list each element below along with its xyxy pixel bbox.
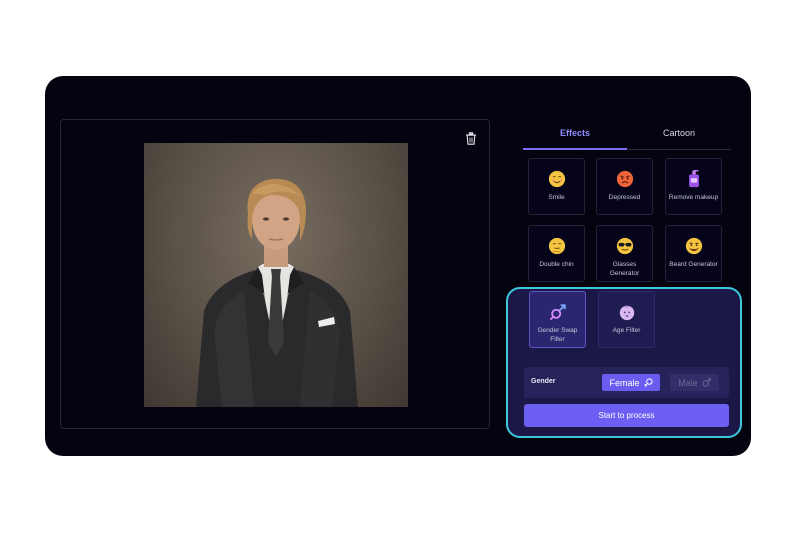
image-canvas bbox=[60, 119, 490, 429]
effect-smile[interactable]: Smile bbox=[528, 158, 585, 215]
effect-label: Age Filter bbox=[612, 327, 641, 334]
effect-label: Beard Generator bbox=[669, 261, 718, 268]
baby-face-icon bbox=[619, 305, 634, 321]
effect-remove-makeup[interactable]: Remove makeup bbox=[665, 158, 722, 215]
effect-depressed[interactable]: Depressed bbox=[596, 158, 653, 215]
effect-label: Depressed bbox=[608, 194, 641, 201]
smile-emoji-icon bbox=[548, 170, 565, 188]
effect-gender-swap-filter[interactable]: Gender Swap Filter bbox=[529, 291, 586, 348]
makeup-bottle-icon bbox=[688, 170, 699, 188]
effect-glasses-generator[interactable]: Glasses Generator bbox=[596, 225, 653, 282]
female-option-label: Female bbox=[609, 377, 640, 388]
portrait-photo bbox=[144, 143, 408, 407]
tab-bar: Effects Cartoon bbox=[523, 124, 731, 150]
male-option-button[interactable]: Male bbox=[670, 374, 719, 391]
trash-icon[interactable] bbox=[463, 130, 479, 146]
female-symbol-icon bbox=[643, 378, 653, 387]
sunglasses-emoji-icon bbox=[616, 237, 633, 255]
angry-emoji-icon bbox=[616, 170, 633, 188]
effect-beard-generator[interactable]: Beard Generator bbox=[665, 225, 722, 282]
active-tab-indicator bbox=[523, 148, 627, 150]
effect-label: Glasses Generator bbox=[609, 261, 640, 277]
gender-swap-icon bbox=[549, 304, 566, 321]
beard-emoji-icon bbox=[685, 237, 702, 255]
effect-label: Double chin bbox=[539, 261, 574, 268]
gender-label: Gender bbox=[531, 378, 556, 385]
effect-age-filter[interactable]: Age Filter bbox=[598, 291, 655, 348]
app-window: Effects Cartoon Smile Depressed Remove m… bbox=[45, 76, 751, 456]
double-chin-emoji-icon bbox=[548, 237, 565, 255]
effect-label: Gender Swap Filter bbox=[537, 327, 578, 343]
female-option-button[interactable]: Female bbox=[602, 374, 660, 391]
gender-selector: Gender Female Male bbox=[524, 367, 729, 398]
gender-swap-panel: Gender Swap Filter Age Filter Gender Fem… bbox=[506, 287, 742, 438]
male-option-label: Male bbox=[678, 377, 698, 388]
start-process-button[interactable]: Start to process bbox=[524, 404, 729, 427]
effects-sidebar: Effects Cartoon Smile Depressed Remove m… bbox=[523, 124, 731, 282]
tab-cartoon[interactable]: Cartoon bbox=[627, 128, 731, 138]
male-symbol-icon bbox=[702, 378, 711, 387]
effect-label: Remove makeup bbox=[668, 194, 719, 201]
tab-effects[interactable]: Effects bbox=[523, 128, 627, 138]
effect-double-chin[interactable]: Double chin bbox=[528, 225, 585, 282]
effect-label: Smile bbox=[548, 194, 565, 201]
